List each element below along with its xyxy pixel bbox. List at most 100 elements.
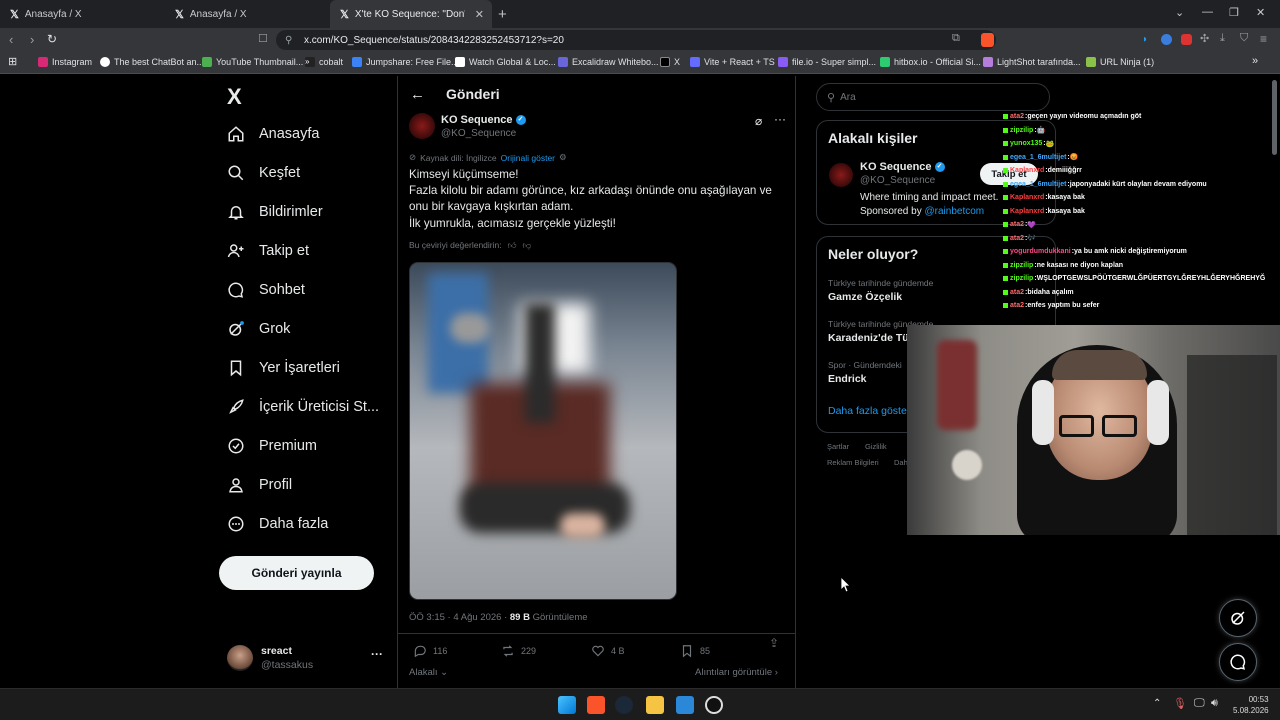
bookmark-item[interactable]: hitbox.io - Official Si... bbox=[880, 57, 981, 67]
new-tab-icon[interactable]: + bbox=[498, 6, 507, 23]
author-avatar[interactable] bbox=[409, 113, 435, 139]
show-original-link[interactable]: Orijinali göster bbox=[501, 153, 555, 163]
nav-item-grok[interactable]: Grok bbox=[227, 320, 290, 338]
bookmark-item[interactable]: URL Ninja (1) bbox=[1086, 57, 1154, 67]
messages-fab[interactable] bbox=[1219, 643, 1257, 681]
bookmark-item[interactable]: Watch Global & Loc... bbox=[455, 57, 556, 67]
author-name[interactable]: KO Sequence ✓ bbox=[441, 114, 526, 126]
grok-fab[interactable] bbox=[1219, 599, 1257, 637]
trend-item[interactable]: Spor · Gündemdeki Endrick bbox=[828, 360, 902, 385]
bookmark-item[interactable]: Vite + React + TS bbox=[690, 57, 775, 67]
account-name: sreact bbox=[261, 645, 292, 657]
forward-icon[interactable]: › bbox=[30, 32, 34, 47]
bookmark-item[interactable]: LightShot tarafında... bbox=[983, 57, 1081, 67]
menu-icon[interactable]: ≡ bbox=[1260, 32, 1267, 46]
footer-link[interactable]: Şartlar bbox=[827, 442, 849, 451]
post-video[interactable] bbox=[409, 262, 677, 600]
trend-item[interactable]: Türkiye tarihinde gündemde Gamze Özçelik bbox=[828, 278, 933, 303]
browser-tab[interactable]: 𝕏 Anasayfa / X bbox=[0, 0, 163, 28]
extension-icon[interactable] bbox=[1181, 34, 1192, 45]
tab-search-icon[interactable]: ⌄ bbox=[1175, 6, 1184, 19]
post-time[interactable]: ÖÖ 3:15 · 4 Ağu 2026 · bbox=[409, 612, 507, 623]
person-avatar[interactable] bbox=[829, 163, 853, 187]
browser-tab-active[interactable]: 𝕏 X'te KO Sequence: "Don't loo ✕ bbox=[330, 0, 492, 28]
x-logo[interactable]: X bbox=[227, 84, 242, 110]
clock[interactable]: 00:53 5.08.2026 bbox=[1233, 694, 1269, 716]
nav-item-profile[interactable]: Profil bbox=[227, 476, 292, 494]
store-icon[interactable] bbox=[676, 696, 694, 714]
brave-browser-icon[interactable] bbox=[587, 696, 605, 714]
post-button[interactable]: Gönderi yayınla bbox=[219, 556, 374, 590]
grok-icon[interactable]: ⌀ bbox=[755, 114, 762, 128]
bookmark-item[interactable]: file.io - Super simpl... bbox=[778, 57, 876, 67]
nav-item-notifications[interactable]: Bildirimler bbox=[227, 203, 323, 221]
windows-start-icon[interactable] bbox=[558, 696, 576, 714]
close-window-icon[interactable]: ✕ bbox=[1256, 6, 1265, 19]
extensions-icon[interactable]: ✣ bbox=[1200, 32, 1209, 45]
bookmark-button[interactable]: 85 bbox=[680, 644, 710, 658]
repost-button[interactable]: 229 bbox=[501, 644, 536, 658]
file-explorer-icon[interactable] bbox=[646, 696, 664, 714]
extension-icon[interactable] bbox=[1161, 34, 1172, 45]
nav-item-follow[interactable]: Takip et bbox=[227, 242, 309, 260]
more-options-icon[interactable]: ··· bbox=[774, 112, 786, 126]
bookmark-item[interactable]: X bbox=[660, 57, 680, 67]
tray-expand-icon[interactable]: ⌃ bbox=[1153, 698, 1161, 709]
microphone-icon[interactable]: 🎙︎ bbox=[1173, 697, 1187, 710]
back-icon[interactable]: ‹ bbox=[9, 32, 13, 47]
steam-icon[interactable] bbox=[615, 696, 633, 714]
footer-link[interactable]: Gizlilik bbox=[865, 442, 887, 451]
bookmark-item[interactable]: Excalidraw Whitebo... bbox=[558, 57, 659, 67]
nav-item-creator-studio[interactable]: İçerik Üreticisi St... bbox=[227, 398, 379, 416]
bookmark-item[interactable]: The best ChatBot an... bbox=[100, 57, 204, 67]
speaker-icon[interactable]: ◗ bbox=[1142, 34, 1152, 45]
account-switcher[interactable]: sreact @tassakus ··· bbox=[227, 644, 387, 684]
network-icon[interactable]: 🖵︎ bbox=[1194, 697, 1205, 710]
downloads-icon[interactable]: ⤓ bbox=[1220, 32, 1225, 45]
thumbs-down-icon[interactable]: 👎︎ bbox=[523, 240, 532, 251]
bookmark-item[interactable]: YouTube Thumbnail... bbox=[202, 57, 303, 67]
person-name[interactable]: KO Sequence ✓ bbox=[860, 161, 945, 173]
bookmark-item[interactable]: » cobalt bbox=[305, 57, 343, 67]
nav-item-more[interactable]: Daha fazla bbox=[227, 515, 328, 533]
reload-icon[interactable]: ↻ bbox=[47, 32, 57, 46]
thumbs-up-icon[interactable]: 👍︎ bbox=[508, 240, 517, 251]
search-box[interactable]: ⚲ Ara bbox=[816, 83, 1050, 111]
nav-item-explore[interactable]: Keşfet bbox=[227, 164, 300, 182]
show-more-link[interactable]: Daha fazla göster bbox=[828, 405, 910, 417]
footer-link[interactable]: Dah bbox=[894, 458, 908, 467]
more-bookmarks-icon[interactable]: » bbox=[1252, 55, 1258, 67]
bookmark-item[interactable]: Jumpshare: Free File... bbox=[352, 57, 459, 67]
reply-button[interactable]: 116 bbox=[413, 644, 447, 658]
shield-icon[interactable]: ⛉ bbox=[1240, 32, 1248, 45]
close-tab-icon[interactable]: ✕ bbox=[475, 8, 484, 21]
brave-shields-icon[interactable] bbox=[981, 33, 994, 47]
bookmark-item[interactable]: Instagram bbox=[38, 57, 92, 67]
author-handle[interactable]: @KO_Sequence bbox=[441, 128, 516, 139]
person-handle[interactable]: @KO_Sequence bbox=[860, 175, 935, 186]
bookmark-page-icon[interactable]: ☐ bbox=[258, 32, 268, 45]
apps-grid-icon[interactable]: ⊞ bbox=[8, 55, 17, 68]
nav-item-bookmarks[interactable]: Yer İşaretleri bbox=[227, 359, 340, 377]
app-icon[interactable] bbox=[705, 696, 723, 714]
nav-item-home[interactable]: Anasayfa bbox=[227, 125, 319, 143]
related-dropdown[interactable]: Alakalı ⌄ bbox=[409, 667, 448, 678]
nav-item-chat[interactable]: Sohbet bbox=[227, 281, 305, 299]
share-icon[interactable]: ⇪ bbox=[769, 636, 779, 650]
volume-icon[interactable]: 🔊︎ bbox=[1211, 697, 1218, 710]
browser-tab[interactable]: 𝕏 Anasayfa / X bbox=[165, 0, 328, 28]
minimize-icon[interactable]: — bbox=[1202, 6, 1213, 18]
sponsor-link[interactable]: @rainbetcom bbox=[925, 206, 985, 217]
settings-icon[interactable]: ⚙ bbox=[559, 152, 567, 163]
view-quotes-link[interactable]: Alıntıları görüntüle › bbox=[695, 667, 778, 678]
back-arrow-icon[interactable]: ← bbox=[410, 86, 425, 103]
page-scrollbar[interactable] bbox=[1272, 80, 1277, 155]
nav-item-premium[interactable]: Premium bbox=[227, 437, 317, 455]
maximize-icon[interactable]: ❐ bbox=[1229, 6, 1239, 19]
like-button[interactable]: 4 B bbox=[591, 644, 625, 658]
site-info-icon[interactable]: ⚲ bbox=[285, 35, 292, 46]
footer-link[interactable]: Reklam Bilgileri bbox=[827, 458, 879, 467]
url-field[interactable]: ⚲ x.com/KO_Sequence/status/2084342283252… bbox=[276, 30, 996, 50]
more-dots-icon[interactable]: ··· bbox=[371, 647, 383, 661]
open-in-app-icon[interactable]: ⧉ bbox=[952, 32, 960, 45]
